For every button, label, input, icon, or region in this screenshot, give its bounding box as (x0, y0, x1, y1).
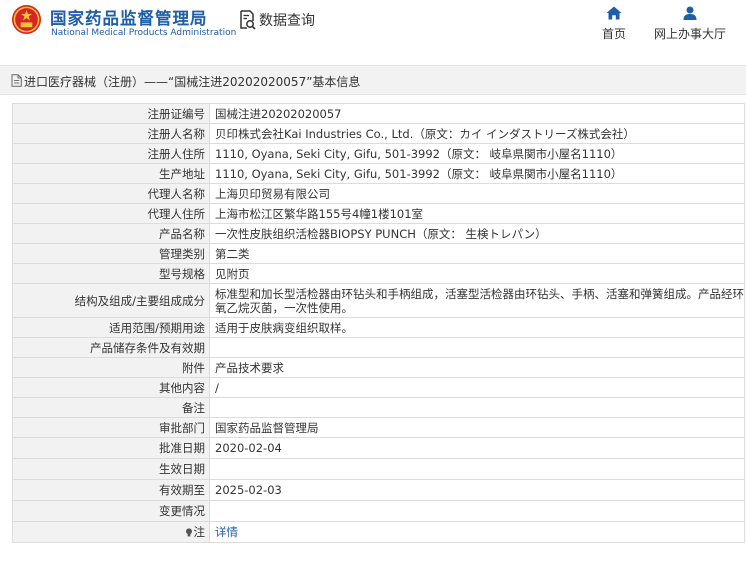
row-label: 批准日期 (12, 437, 210, 459)
nav-home[interactable]: 首页 (574, 6, 654, 42)
home-icon (606, 6, 622, 20)
registration-detail-table: 注册证编号 国械注进20202020057 注册人名称 贝印株式会社Kai In… (12, 103, 745, 543)
record-title: 进口医疗器械（注册）——“国械注进20202020057”基本信息 (24, 75, 361, 89)
document-icon (11, 74, 22, 87)
nav-online-service-hall[interactable]: 网上办事大厅 (650, 6, 730, 42)
table-row: 批准日期 2020-02-04 (12, 437, 745, 459)
row-value (209, 458, 745, 480)
row-value: 贝印株式会社Kai Industries Co., Ltd.（原文：カイ インダ… (209, 123, 745, 144)
table-row: 注册人名称 贝印株式会社Kai Industries Co., Ltd.（原文：… (12, 123, 745, 144)
row-value: 国家药品监督管理局 (209, 417, 745, 438)
search-document-icon (240, 10, 256, 30)
site-logo-subtitle[interactable]: National Medical Products Administration (51, 28, 236, 38)
table-row: 型号规格 见附页 (12, 263, 745, 284)
row-value: 产品技术要求 (209, 357, 745, 378)
row-label: 型号规格 (12, 263, 210, 284)
row-label: 适用范围/预期用途 (12, 317, 210, 338)
table-row: 管理类别 第二类 (12, 243, 745, 264)
site-header: 国家药品监督管理局 National Medical Products Admi… (0, 0, 746, 58)
table-row: 结构及组成/主要组成成分 标准型和加长型活检器由环钻头和手柄组成，活塞型活检器由… (12, 283, 745, 318)
row-label: 结构及组成/主要组成成分 (12, 283, 210, 318)
national-emblem-icon (11, 4, 42, 35)
table-row: 其他内容 / (12, 377, 745, 398)
row-value: 2020-02-04 (209, 437, 745, 459)
table-row: 注册证编号 国械注进20202020057 (12, 103, 745, 124)
row-value: 一次性皮肤组织活检器BIOPSY PUNCH（原文： 生検トレパン） (209, 223, 745, 244)
row-label: 代理人住所 (12, 203, 210, 224)
note-label: 注 (193, 525, 206, 539)
row-label: 附件 (12, 357, 210, 378)
row-value: 1110, Oyana, Seki City, Gifu, 501-3992（原… (209, 163, 745, 184)
table-row: 生产地址 1110, Oyana, Seki City, Gifu, 501-3… (12, 163, 745, 184)
table-row: 审批部门 国家药品监督管理局 (12, 417, 745, 438)
row-label: 审批部门 (12, 417, 210, 438)
row-label: 注册人名称 (12, 123, 210, 144)
table-row: 产品名称 一次性皮肤组织活检器BIOPSY PUNCH（原文： 生検トレパン） (12, 223, 745, 244)
note-row: 注 详情 (12, 521, 745, 543)
table-row: 变更情况 (12, 500, 745, 522)
nav-online-label: 网上办事大厅 (653, 27, 726, 41)
data-query-link[interactable]: 数据查询 (238, 9, 315, 31)
row-label: 管理类别 (12, 243, 210, 264)
nav-home-label: 首页 (601, 27, 626, 41)
lightbulb-icon (185, 528, 192, 537)
row-label: 生产地址 (12, 163, 210, 184)
site-logo-title[interactable]: 国家药品监督管理局 (50, 5, 208, 29)
table-row: 注册人住所 1110, Oyana, Seki City, Gifu, 501-… (12, 143, 745, 164)
row-value: 适用于皮肤病变组织取样。 (209, 317, 745, 338)
table-row: 代理人住所 上海市松江区繁华路155号4幢1楼101室 (12, 203, 745, 224)
table-row: 产品储存条件及有效期 (12, 337, 745, 358)
row-label: 备注 (12, 397, 210, 418)
row-label: 其他内容 (12, 377, 210, 398)
row-value: 第二类 (209, 243, 745, 264)
table-row: 适用范围/预期用途 适用于皮肤病变组织取样。 (12, 317, 745, 338)
row-value: 1110, Oyana, Seki City, Gifu, 501-3992（原… (209, 143, 745, 164)
table-row: 附件 产品技术要求 (12, 357, 745, 378)
table-row: 有效期至 2025-02-03 (12, 479, 745, 501)
row-label: 注册证编号 (12, 103, 210, 124)
row-value (209, 337, 745, 358)
note-label-cell: 注 (12, 521, 210, 543)
table-row: 生效日期 (12, 458, 745, 480)
record-title-bar: 进口医疗器械（注册）——“国械注进20202020057”基本信息 (0, 65, 746, 95)
note-value-cell: 详情 (209, 521, 745, 543)
row-value: / (209, 377, 745, 398)
row-label: 变更情况 (12, 500, 210, 522)
row-value: 标准型和加长型活检器由环钻头和手柄组成，活塞型活检器由环钻头、手柄、活塞和弹簧组… (209, 283, 745, 318)
row-value: 上海贝印贸易有限公司 (209, 183, 745, 204)
row-label: 有效期至 (12, 479, 210, 501)
row-value (209, 397, 745, 418)
row-value: 上海市松江区繁华路155号4幢1楼101室 (209, 203, 745, 224)
row-label: 产品名称 (12, 223, 210, 244)
details-link[interactable]: 详情 (215, 525, 238, 539)
table-row: 备注 (12, 397, 745, 418)
row-value (209, 500, 745, 522)
row-value: 见附页 (209, 263, 745, 284)
row-value: 2025-02-03 (209, 479, 745, 501)
user-icon (683, 6, 697, 20)
row-label: 产品储存条件及有效期 (12, 337, 210, 358)
row-label: 代理人名称 (12, 183, 210, 204)
row-label: 注册人住所 (12, 143, 210, 164)
table-row: 代理人名称 上海贝印贸易有限公司 (12, 183, 745, 204)
row-value: 国械注进20202020057 (209, 103, 745, 124)
row-label: 生效日期 (12, 458, 210, 480)
data-query-label: 数据查询 (259, 13, 315, 29)
